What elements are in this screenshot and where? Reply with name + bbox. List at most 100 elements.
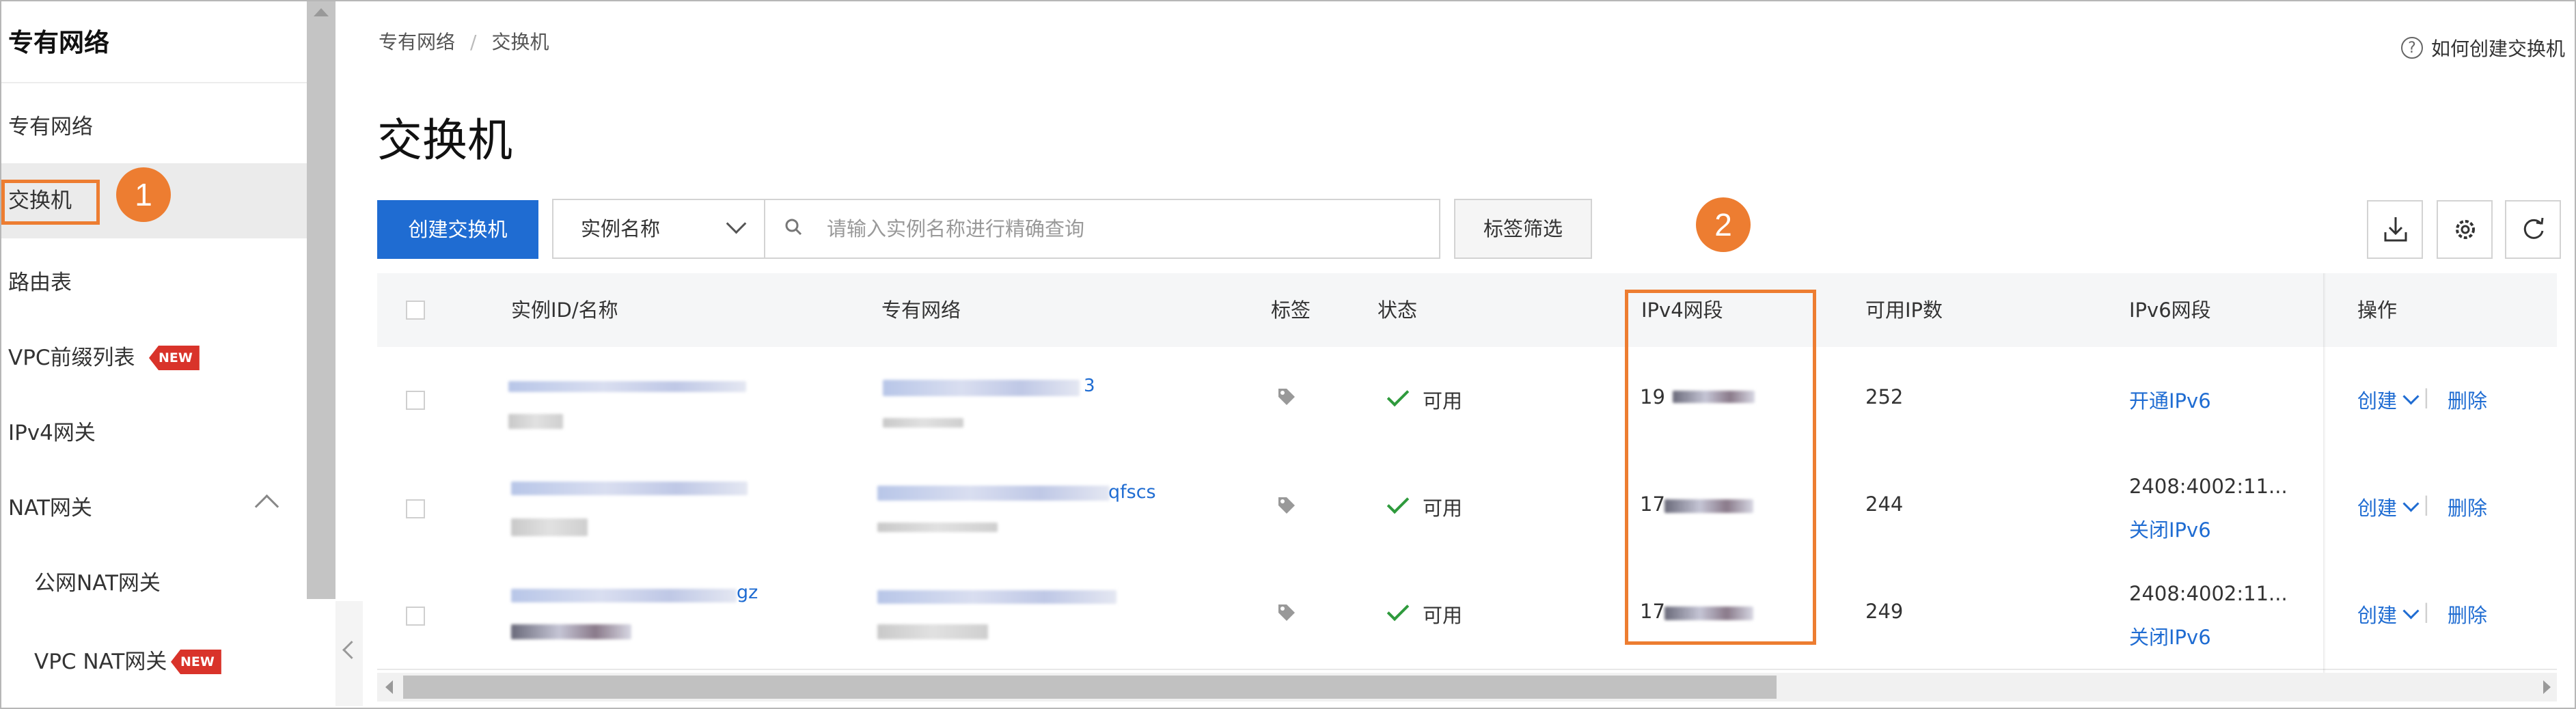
column-header-id: 实例ID/名称 [511,298,618,322]
redacted-instance-id[interactable] [508,381,746,392]
download-button[interactable] [2367,200,2423,259]
chevron-down-icon [2402,388,2420,405]
row-checkbox[interactable] [406,607,425,626]
row-checkbox[interactable] [406,391,425,410]
row-checkbox[interactable] [406,499,425,518]
help-link[interactable]: ? 如何创建交换机 [2400,34,2565,61]
scroll-left-arrow-icon[interactable] [385,680,393,694]
scroll-right-arrow-icon[interactable] [2543,680,2551,694]
vpc-id-suffix[interactable]: 3 [1084,376,1095,396]
sidebar-item-public-nat[interactable]: 公网NAT网关 [1,546,307,621]
available-ip-count: 249 [1865,600,1904,623]
sidebar-item-route-table[interactable]: 路由表 [1,245,307,320]
status-ok-icon [1386,384,1410,407]
horizontal-scrollbar-thumb[interactable] [403,676,1777,699]
column-header-status: 状态 [1378,298,1418,322]
delete-link[interactable]: 删除 [2448,492,2487,521]
ipv6-cidr: 2408:4002:11... [2129,582,2288,605]
scroll-up-arrow-icon[interactable] [314,8,329,16]
main-content: 专有网络 / 交换机 ? 如何创建交换机 交换机 创建交换机 实例名称 请输入实例名… [365,1,2572,708]
search-placeholder: 请输入实例名称进行精确查询 [827,217,1085,240]
enable-ipv6-link[interactable]: 开通IPv6 [2129,385,2211,414]
chevron-down-icon [2402,495,2420,512]
sidebar-collapse-button[interactable] [335,601,363,706]
create-label: 创建 [2357,497,2398,520]
sidebar-item-label: VPC前缀列表 [8,346,135,370]
breadcrumb: 专有网络 / 交换机 [379,27,549,55]
breadcrumb-current: 交换机 [491,31,549,53]
redacted-vpc-id[interactable] [877,590,1116,604]
redacted-instance-id[interactable] [511,589,737,602]
tag-icon[interactable] [1276,387,1297,407]
sidebar-item-ipv4-gateway[interactable]: IPv4网关 [1,395,307,471]
delete-link[interactable]: 删除 [2448,600,2487,628]
disable-ipv6-link[interactable]: 关闭IPv6 [2129,622,2211,650]
new-badge: NEW [149,346,200,370]
sidebar-item-vpc[interactable]: 专有网络 [1,89,307,165]
tag-icon[interactable] [1276,495,1297,516]
sidebar-item-vpc-prefix-list[interactable]: VPC前缀列表 NEW [1,320,307,395]
sidebar-item-label: 路由表 [8,270,72,295]
available-ip-count: 252 [1865,385,1904,408]
redacted-instance-name [511,518,588,536]
filter-select-value: 实例名称 [581,217,661,240]
status-text: 可用 [1423,497,1463,520]
create-dropdown-link[interactable]: 创建 [2357,385,2420,414]
sidebar-item-vpc-nat[interactable]: VPC NAT网关 NEW [1,624,307,699]
sidebar-item-label: 公网NAT网关 [34,571,161,596]
delete-link[interactable]: 删除 [2448,385,2487,414]
status-text: 可用 [1423,389,1463,413]
settings-icon [2456,220,2475,239]
search-input[interactable]: 请输入实例名称进行精确查询 [764,199,1440,259]
page-title: 交换机 [377,114,512,167]
instance-id-suffix[interactable]: gz [737,582,758,603]
chevron-up-icon[interactable] [254,494,279,519]
annotation-marker-1: 1 [116,167,171,222]
annotation-box-2 [1625,290,1816,645]
redacted-vpc-name [877,523,998,532]
sidebar-scrollbar[interactable] [307,1,335,599]
sidebar: 专有网络 专有网络 交换机 路由表 VPC前缀列表 NEW IPv4网关 NAT… [1,1,307,708]
redacted-vpc-id[interactable] [877,486,1110,501]
filter-field-select[interactable]: 实例名称 [552,199,765,259]
redacted-vpc-name [883,418,963,428]
new-badge: NEW [171,650,221,674]
chevron-left-icon [342,641,361,659]
breadcrumb-parent[interactable]: 专有网络 [379,31,455,53]
vpc-id-suffix[interactable]: qfscs [1108,482,1156,503]
table-row: gz 可用 17 249 2408:4002:11... 关闭IPv6 创建 |… [377,561,2557,670]
status-ok-icon [1386,491,1410,514]
column-header-available-ip: 可用IP数 [1865,298,1943,322]
action-separator: | [2423,385,2430,408]
create-vswitch-button[interactable]: 创建交换机 [377,200,538,259]
question-circle-icon: ? [2400,37,2423,59]
create-dropdown-link[interactable]: 创建 [2357,600,2420,628]
create-dropdown-link[interactable]: 创建 [2357,492,2420,521]
annotation-marker-2: 2 [1696,197,1751,252]
action-separator: | [2423,492,2430,516]
redacted-vpc-id[interactable] [883,380,1080,396]
tag-filter-button[interactable]: 标签筛选 [1454,199,1592,259]
create-label: 创建 [2357,389,2398,413]
sidebar-item-label: IPv4网关 [8,421,96,445]
redacted-instance-name [511,624,631,639]
search-icon [785,219,802,236]
disable-ipv6-link[interactable]: 关闭IPv6 [2129,514,2211,543]
tag-icon[interactable] [1276,602,1297,623]
sidebar-title: 专有网络 [8,28,109,57]
refresh-button[interactable] [2505,200,2561,259]
sidebar-item-nat-gateway[interactable]: NAT网关 [1,471,307,546]
chevron-down-icon [2402,602,2420,620]
settings-button[interactable] [2437,200,2493,259]
action-separator: | [2423,600,2430,623]
select-all-checkbox[interactable] [406,301,425,320]
status-text: 可用 [1423,604,1463,627]
table-row: 3 可用 19 252 开通IPv6 创建 | 删除 [377,347,2557,456]
fixed-column-shadow [2323,273,2326,673]
column-header-tags: 标签 [1271,298,1311,322]
table-header: 实例ID/名称 专有网络 标签 状态 IPv4网段 可用IP数 IPv6网段 操… [377,273,2557,347]
chevron-down-icon [726,213,747,234]
redacted-instance-id[interactable] [511,482,748,495]
annotation-box-1 [1,180,100,225]
sidebar-item-label: NAT网关 [8,496,92,520]
